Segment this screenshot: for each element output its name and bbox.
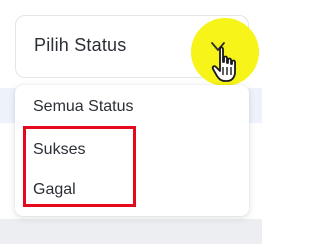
background-footer-strip: [0, 219, 262, 244]
option-sukses[interactable]: Sukses: [33, 141, 85, 159]
status-select-label: Pilih Status: [34, 35, 127, 55]
option-semua-status[interactable]: Semua Status: [33, 98, 134, 116]
hand-pointer-cursor-icon: [211, 46, 236, 82]
option-gagal[interactable]: Gagal: [33, 181, 76, 199]
status-dropdown-menu: Semua Status Sukses Gagal: [15, 85, 249, 216]
status-filter-screen: Pilih Status Semua Status Sukses Gagal: [0, 0, 262, 244]
